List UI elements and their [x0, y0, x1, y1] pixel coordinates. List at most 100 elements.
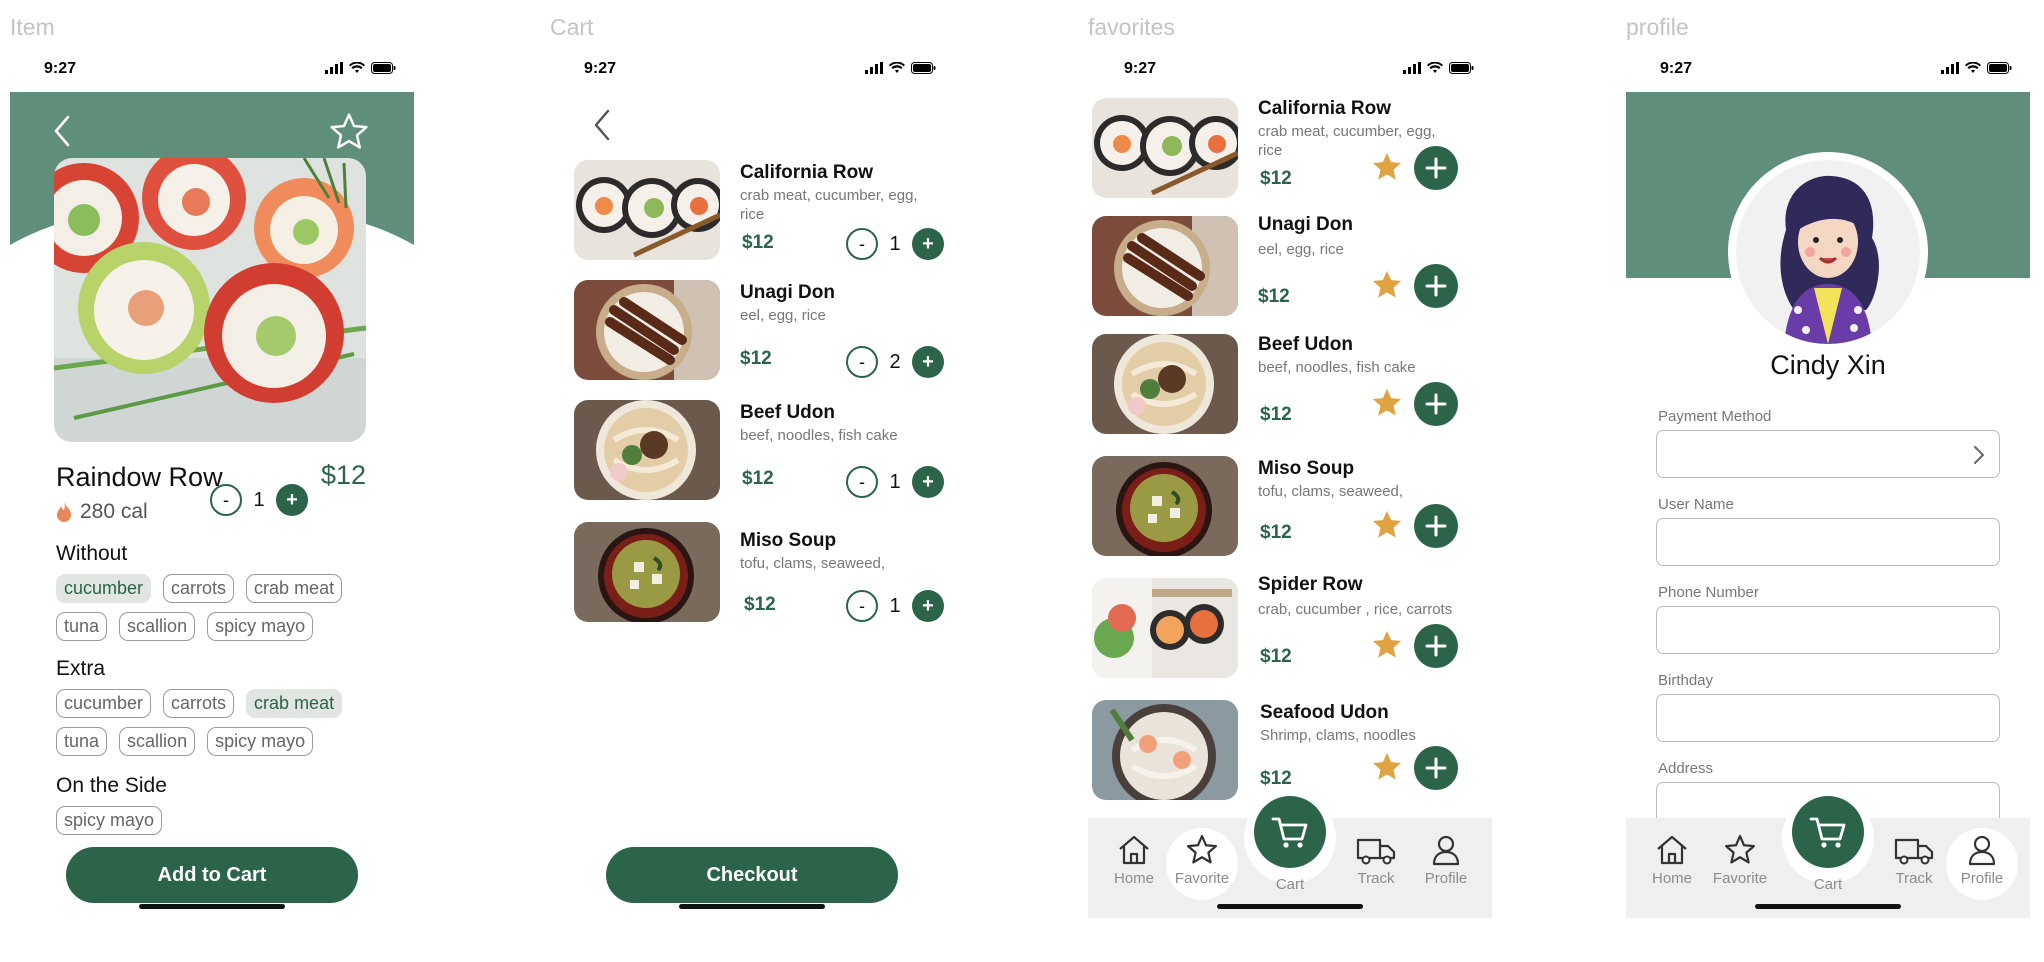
back-icon[interactable]: [592, 108, 612, 142]
plus-icon: [1425, 515, 1447, 537]
user-name-label: User Name: [1658, 496, 1734, 513]
nav-home[interactable]: Home: [1104, 834, 1164, 887]
decrease-button[interactable]: -: [846, 466, 878, 498]
miso-soup-photo: [574, 522, 720, 622]
star-icon: [1186, 834, 1218, 864]
california-roll-photo: [574, 160, 720, 260]
chip-side-spicy-mayo[interactable]: spicy mayo: [56, 806, 163, 835]
cart-item-stepper: - 1 +: [846, 590, 944, 622]
add-button[interactable]: [1414, 746, 1458, 790]
chip-extra-carrots[interactable]: carrots: [163, 689, 235, 718]
favorite-item-price: $12: [1260, 768, 1292, 789]
decrease-button[interactable]: -: [846, 346, 878, 378]
favorite-star-icon[interactable]: [1370, 750, 1404, 784]
decrease-button[interactable]: -: [210, 484, 242, 516]
cart-item-desc: crab meat, cucumber, egg, rice: [740, 187, 918, 223]
favorite-star-icon[interactable]: [1370, 628, 1404, 662]
increase-button[interactable]: +: [276, 484, 308, 516]
avatar-illustration: [1736, 160, 1920, 344]
phone-number-label: Phone Number: [1658, 584, 1759, 601]
increase-button[interactable]: +: [912, 466, 944, 498]
cart-screen: 9:27 California Row crab meat, cucumber,…: [550, 52, 954, 932]
calorie-row: 280 cal: [56, 500, 148, 524]
add-button[interactable]: [1414, 504, 1458, 548]
increase-button[interactable]: +: [912, 590, 944, 622]
nav-track-label: Track: [1895, 870, 1933, 887]
chip-extra-crab-meat[interactable]: crab meat: [246, 689, 343, 718]
cart-item-desc: eel, egg, rice: [740, 307, 826, 324]
favorite-star-icon[interactable]: [1370, 508, 1404, 542]
cart-item-name: Beef Udon: [740, 402, 835, 423]
add-button[interactable]: [1414, 264, 1458, 308]
cart-item-price: $12: [740, 348, 772, 369]
favorite-star-icon[interactable]: [1370, 268, 1404, 302]
chevron-right-icon: [1974, 446, 1984, 464]
nav-favorite[interactable]: Favorite: [1172, 834, 1232, 887]
nav-track-label: Track: [1357, 870, 1395, 887]
battery-icon: [1449, 62, 1474, 74]
nav-home[interactable]: Home: [1642, 834, 1702, 887]
status-bar: 9:27: [550, 52, 954, 92]
status-time: 9:27: [44, 60, 77, 77]
favorite-item-price: $12: [1260, 646, 1292, 667]
favorites-screen: 9:27 California Row crab meat, cucumber,…: [1088, 52, 1492, 932]
quantity-value: 1: [889, 470, 901, 493]
add-button[interactable]: [1414, 382, 1458, 426]
chip-without-cucumber[interactable]: cucumber: [56, 574, 152, 603]
increase-button[interactable]: +: [912, 228, 944, 260]
nav-track[interactable]: Track: [1346, 834, 1406, 887]
nav-cart[interactable]: Cart: [1260, 876, 1320, 893]
chip-extra-tuna[interactable]: tuna: [56, 727, 108, 756]
chip-extra-spicy-mayo[interactable]: spicy mayo: [207, 727, 314, 756]
add-button[interactable]: [1414, 624, 1458, 668]
add-to-cart-button[interactable]: Add to Cart: [66, 847, 358, 903]
cart-item-stepper: - 2 +: [846, 346, 944, 378]
nav-profile[interactable]: Profile: [1416, 834, 1476, 887]
chip-without-carrots[interactable]: carrots: [163, 574, 235, 603]
chip-extra-scallion[interactable]: scallion: [119, 727, 196, 756]
favorite-star-icon[interactable]: [1370, 150, 1404, 184]
phone-number-field[interactable]: [1656, 606, 2000, 654]
user-name-field[interactable]: [1656, 518, 2000, 566]
chip-without-scallion[interactable]: scallion: [119, 612, 196, 641]
decrease-button[interactable]: -: [846, 228, 878, 260]
flame-icon: [57, 502, 71, 522]
birthday-field[interactable]: [1656, 694, 2000, 742]
payment-method-field[interactable]: [1656, 430, 2000, 478]
bottom-nav: Home Favorite Cart Track Profile: [1626, 792, 2030, 918]
increase-button[interactable]: +: [912, 346, 944, 378]
cart-item-price: $12: [742, 232, 774, 253]
profile-screen: 9:27 Cindy Xin Payment Method User Name …: [1626, 52, 2030, 932]
truck-icon: [1356, 838, 1396, 865]
favorite-item-name: California Row: [1258, 98, 1392, 119]
checkout-button[interactable]: Checkout: [606, 847, 898, 903]
favorite-item-price: $12: [1258, 286, 1290, 307]
unagi-don-photo: [1092, 216, 1238, 316]
nav-cart[interactable]: Cart: [1798, 876, 1858, 893]
nav-profile[interactable]: Profile: [1952, 834, 2012, 887]
cart-icon: [1809, 817, 1846, 848]
status-bar: 9:27: [1088, 52, 1492, 92]
status-icons: [865, 62, 936, 74]
favorite-star-icon[interactable]: [1370, 386, 1404, 420]
quantity-value: 1: [889, 594, 901, 617]
chip-without-spicy-mayo[interactable]: spicy mayo: [207, 612, 314, 641]
chip-without-crab-meat[interactable]: crab meat: [246, 574, 343, 603]
back-icon[interactable]: [52, 114, 72, 148]
truck-icon: [1894, 838, 1934, 865]
nav-track[interactable]: Track: [1884, 834, 1944, 887]
favorite-star-icon[interactable]: [328, 112, 370, 152]
chip-extra-cucumber[interactable]: cucumber: [56, 689, 152, 718]
status-bar: 9:27: [1626, 52, 2030, 92]
nav-home-label: Home: [1113, 870, 1154, 887]
birthday-label: Birthday: [1658, 672, 1714, 689]
cart-fab-button[interactable]: [1254, 796, 1326, 868]
plus-icon: [1425, 635, 1447, 657]
nav-favorite[interactable]: Favorite: [1710, 834, 1770, 887]
cart-fab-button[interactable]: [1792, 796, 1864, 868]
add-button[interactable]: [1414, 146, 1458, 190]
avatar[interactable]: [1728, 152, 1928, 352]
chip-without-tuna[interactable]: tuna: [56, 612, 108, 641]
item-title: Raindow Row: [56, 462, 223, 492]
decrease-button[interactable]: -: [846, 590, 878, 622]
